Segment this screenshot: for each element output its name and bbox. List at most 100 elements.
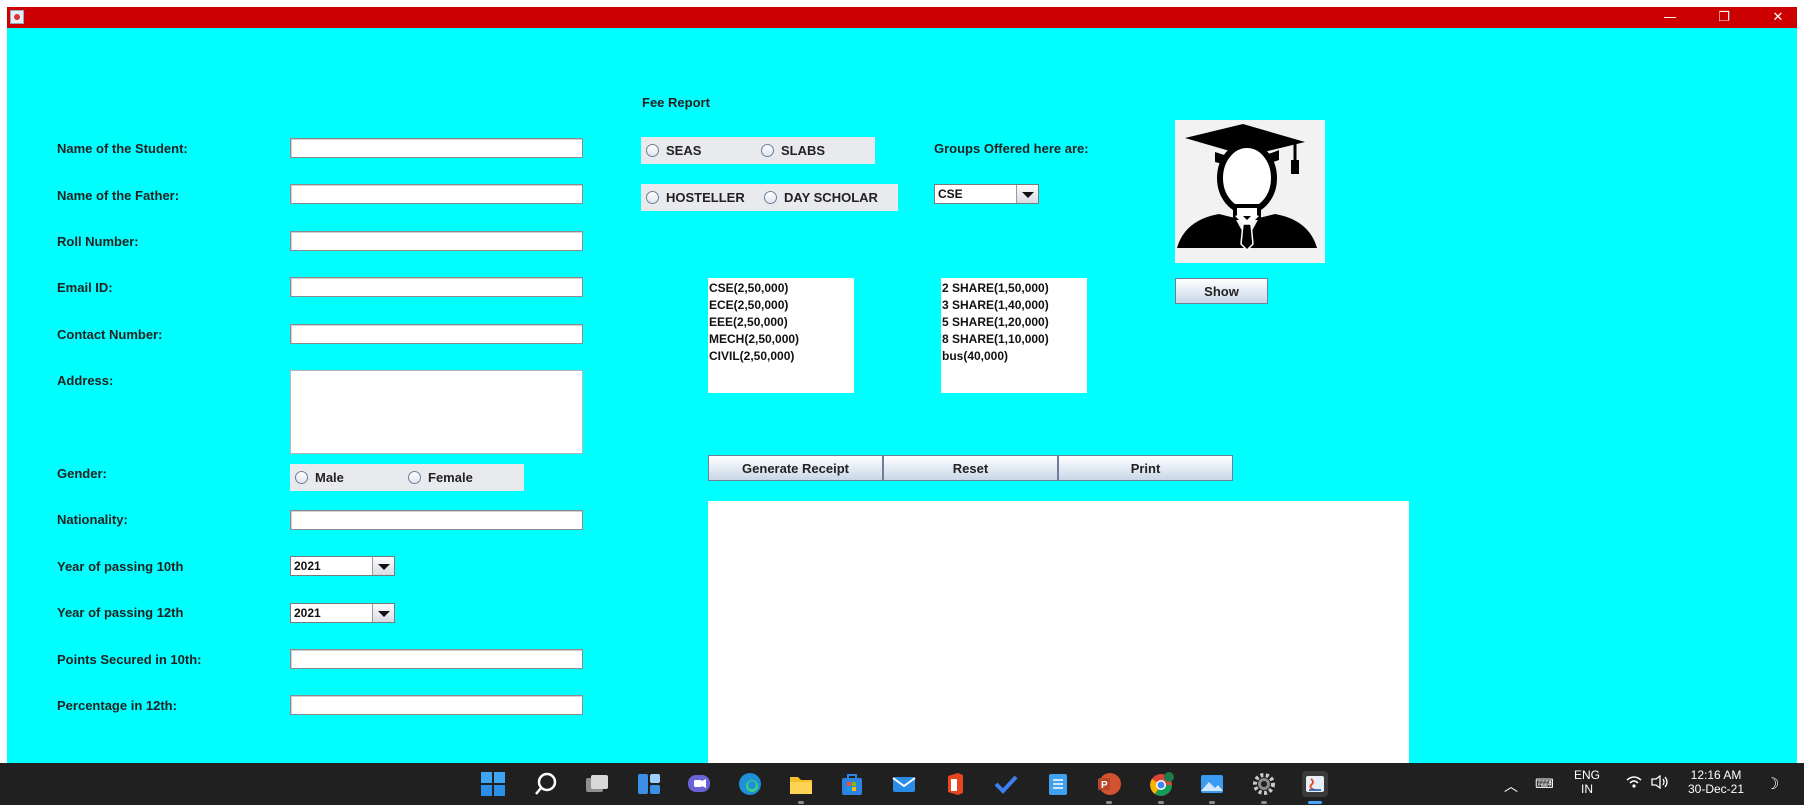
year-12th-combo[interactable]: 2021	[290, 603, 395, 623]
group-combo-value: CSE	[938, 187, 963, 201]
clock[interactable]: 12:16 AM 30-Dec-21	[1688, 768, 1744, 796]
java-app-icon[interactable]	[10, 10, 24, 24]
radio-circle-icon	[646, 191, 659, 204]
reset-button[interactable]: Reset	[883, 455, 1058, 481]
chevron-down-icon[interactable]	[372, 604, 394, 622]
points-10th-field[interactable]	[290, 649, 583, 669]
male-radio[interactable]: Male	[295, 470, 344, 485]
active-indicator	[1308, 801, 1322, 804]
search-icon[interactable]	[533, 771, 559, 797]
night-mode-moon-icon[interactable]: ☽	[1765, 774, 1779, 794]
widgets-icon[interactable]	[636, 771, 662, 797]
running-indicator	[798, 801, 804, 804]
contact-number-field[interactable]	[290, 324, 583, 344]
seas-radio[interactable]: SEAS	[646, 143, 701, 158]
female-radio-label: Female	[428, 470, 473, 485]
list-item[interactable]: ECE(2,50,000)	[709, 297, 853, 314]
gender-radio-group: Male Female	[290, 464, 524, 491]
father-name-label: Name of the Father:	[57, 188, 180, 203]
office-icon[interactable]	[942, 771, 968, 797]
gender-label: Gender:	[57, 466, 107, 481]
keyboard-icon[interactable]: ⌨	[1535, 776, 1554, 792]
title-bar[interactable]: — ❐ ✕	[7, 7, 1797, 28]
app-window: — ❐ ✕ Name of the Student: Name of the F…	[0, 0, 1804, 805]
windows-start-icon[interactable]	[480, 771, 506, 797]
nationality-label: Nationality:	[57, 512, 128, 527]
list-item[interactable]: 3 SHARE(1,40,000)	[942, 297, 1086, 314]
chevron-down-icon[interactable]	[372, 557, 394, 575]
radio-circle-icon	[408, 471, 421, 484]
list-item[interactable]: 2 SHARE(1,50,000)	[942, 280, 1086, 297]
wifi-icon[interactable]	[1626, 775, 1642, 792]
group-combo[interactable]: CSE	[934, 184, 1039, 204]
chevron-down-icon[interactable]	[1016, 185, 1038, 203]
day-scholar-radio-label: DAY SCHOLAR	[784, 190, 878, 205]
hosteller-radio[interactable]: HOSTELLER	[646, 190, 745, 205]
student-name-field[interactable]	[290, 138, 583, 158]
list-item[interactable]: 5 SHARE(1,20,000)	[942, 314, 1086, 331]
radio-circle-icon	[764, 191, 777, 204]
running-indicator	[1106, 801, 1112, 804]
points-10th-label: Points Secured in 10th:	[57, 652, 202, 667]
year-12th-label: Year of passing 12th	[57, 605, 184, 620]
language-code: ENG	[1574, 768, 1601, 782]
male-radio-label: Male	[315, 470, 344, 485]
seas-radio-label: SEAS	[666, 143, 702, 158]
volume-icon[interactable]	[1650, 774, 1670, 793]
edge-browser-icon[interactable]	[737, 771, 763, 797]
photos-icon[interactable]	[1199, 771, 1225, 797]
todo-check-icon[interactable]	[993, 771, 1019, 797]
notepad-icon[interactable]	[1045, 771, 1071, 797]
file-explorer-icon[interactable]	[788, 771, 814, 797]
year-10th-combo[interactable]: 2021	[290, 556, 395, 576]
store-icon[interactable]	[839, 771, 865, 797]
show-button[interactable]: Show	[1175, 278, 1268, 304]
year-12th-value: 2021	[294, 606, 321, 620]
print-button[interactable]: Print	[1058, 455, 1233, 481]
email-field[interactable]	[290, 277, 583, 297]
java-app-taskbar-icon[interactable]	[1302, 771, 1328, 797]
slabs-radio[interactable]: SLABS	[761, 143, 825, 158]
roll-number-field[interactable]	[290, 231, 583, 251]
running-indicator	[1209, 801, 1215, 804]
tray-overflow-chevron-icon[interactable]: ︿	[1504, 776, 1518, 796]
percentage-12th-field[interactable]	[290, 695, 583, 715]
generate-receipt-button[interactable]: Generate Receipt	[708, 455, 883, 481]
female-radio[interactable]: Female	[408, 470, 473, 485]
mail-icon[interactable]	[891, 771, 917, 797]
email-label: Email ID:	[57, 280, 113, 295]
clock-date: 30-Dec-21	[1688, 782, 1745, 796]
powerpoint-icon[interactable]: P	[1096, 771, 1122, 797]
nationality-field[interactable]	[290, 510, 583, 530]
slabs-radio-label: SLABS	[781, 143, 826, 158]
father-name-field[interactable]	[290, 184, 583, 204]
settings-gear-icon[interactable]	[1251, 771, 1277, 797]
fee-report-title: Fee Report	[642, 95, 710, 110]
running-indicator	[1158, 801, 1164, 804]
hostel-fee-list[interactable]: 2 SHARE(1,50,000) 3 SHARE(1,40,000) 5 SH…	[941, 278, 1087, 393]
chat-icon[interactable]	[686, 771, 712, 797]
list-item[interactable]: EEE(2,50,000)	[709, 314, 853, 331]
maximize-button[interactable]: ❐	[1701, 7, 1747, 28]
list-item[interactable]: CSE(2,50,000)	[709, 280, 853, 297]
student-name-label: Name of the Student:	[57, 141, 188, 156]
list-item[interactable]: 8 SHARE(1,10,000)	[942, 331, 1086, 348]
close-button[interactable]: ✕	[1755, 7, 1801, 28]
list-item[interactable]: bus(40,000)	[942, 348, 1086, 365]
chrome-icon[interactable]	[1148, 771, 1174, 797]
day-scholar-radio[interactable]: DAY SCHOLAR	[764, 190, 878, 205]
stay-radio-group: HOSTELLER DAY SCHOLAR	[641, 184, 898, 211]
list-item[interactable]: CIVIL(2,50,000)	[709, 348, 853, 365]
list-item[interactable]: MECH(2,50,000)	[709, 331, 853, 348]
radio-circle-icon	[295, 471, 308, 484]
minimize-button[interactable]: —	[1647, 7, 1693, 28]
task-view-icon[interactable]	[584, 771, 610, 797]
roll-number-label: Roll Number:	[57, 234, 139, 249]
language-indicator[interactable]: ENG IN	[1574, 768, 1600, 796]
receipt-output-area[interactable]	[708, 501, 1409, 763]
groups-fee-list[interactable]: CSE(2,50,000) ECE(2,50,000) EEE(2,50,000…	[708, 278, 854, 393]
school-radio-group: SEAS SLABS	[641, 137, 875, 164]
percentage-12th-label: Percentage in 12th:	[57, 698, 177, 713]
address-textarea[interactable]	[290, 370, 583, 454]
year-10th-value: 2021	[294, 559, 321, 573]
